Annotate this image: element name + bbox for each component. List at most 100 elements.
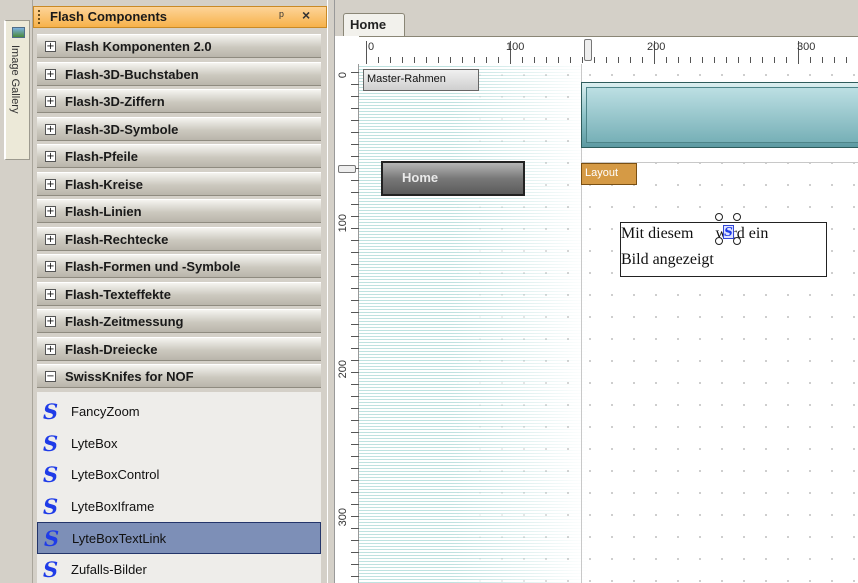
expand-icon[interactable]: + xyxy=(45,343,56,355)
text-box[interactable]: Mit diesem wird ein S Bild angezeigt xyxy=(620,213,827,277)
group-row[interactable]: + Flash-3D-Symbole xyxy=(37,116,321,141)
group-row[interactable]: + Flash-Rechtecke xyxy=(37,226,321,251)
ruler-tick xyxy=(351,192,359,193)
expand-icon[interactable]: + xyxy=(45,96,56,107)
ruler-tick xyxy=(378,57,379,63)
group-row[interactable]: − SwissKnifes for NOF xyxy=(37,364,321,388)
list-item[interactable]: S Zufalls-Bilder xyxy=(37,554,321,583)
group-label: Flash-Kreise xyxy=(65,176,144,192)
home-nav-label: Home xyxy=(402,170,439,185)
ruler-tick xyxy=(351,312,359,313)
ruler-tick xyxy=(351,396,359,397)
ruler-marker[interactable] xyxy=(584,39,592,61)
text-line-2: Bild angezeigt xyxy=(621,251,714,268)
group-row[interactable]: + Flash-Dreiecke xyxy=(37,336,321,361)
ruler-tick xyxy=(534,57,535,63)
list-item[interactable]: S LyteBoxTextLink xyxy=(37,522,321,554)
panel-splitter[interactable] xyxy=(327,0,335,583)
group-row[interactable]: + Flash-Texteffekte xyxy=(37,281,321,306)
group-row[interactable]: + Flash-Pfeile xyxy=(37,144,321,168)
ruler-tick xyxy=(351,420,359,421)
list-item[interactable]: S LyteBox xyxy=(37,428,321,460)
ruler-tick xyxy=(351,372,359,373)
banner-image[interactable] xyxy=(581,82,858,148)
layout-button[interactable]: Layout xyxy=(581,163,637,185)
expand-icon[interactable]: + xyxy=(45,233,56,245)
group-row[interactable]: + Flash-3D-Ziffern xyxy=(37,89,321,113)
ruler-tick xyxy=(351,564,359,565)
expand-icon[interactable]: + xyxy=(45,178,56,190)
resize-handle-bottom-left[interactable] xyxy=(715,237,723,245)
close-icon[interactable]: × xyxy=(302,7,310,23)
ruler-tick xyxy=(786,57,787,63)
ruler-tick xyxy=(351,72,359,73)
group-row[interactable]: + Flash-Kreise xyxy=(37,171,321,196)
swissknife-s-icon: S xyxy=(43,399,59,424)
tab-home[interactable]: Home xyxy=(343,13,405,37)
expand-icon[interactable]: + xyxy=(45,206,56,217)
group-label: Flash-Zeitmessung xyxy=(65,314,184,329)
list-item-label: LyteBoxIframe xyxy=(71,498,155,514)
text-line-1-start: Mit diesem xyxy=(621,225,694,242)
group-label: Flash-Texteffekte xyxy=(65,286,171,302)
expand-icon[interactable]: + xyxy=(45,41,56,52)
home-nav-button[interactable]: Home xyxy=(381,161,525,196)
ruler-tick xyxy=(351,144,359,145)
resize-handle-top-left[interactable] xyxy=(715,213,723,221)
ruler-tick xyxy=(351,528,359,529)
expand-icon[interactable]: + xyxy=(45,68,56,80)
layout-canvas[interactable]: Master-Rahmen Home Layout Mit diesem wird… xyxy=(359,64,858,583)
ruler-tick xyxy=(366,41,367,65)
pin-icon[interactable]: ᵖ xyxy=(279,8,284,23)
ruler-tick xyxy=(666,57,667,63)
ruler-tick xyxy=(351,120,359,121)
expand-icon[interactable]: + xyxy=(45,316,56,327)
ruler-tick xyxy=(414,57,415,63)
expand-icon[interactable]: + xyxy=(45,261,56,272)
swissknife-s-icon: S xyxy=(43,556,59,582)
swissknife-s-icon: S xyxy=(43,462,59,487)
drag-grip-icon[interactable] xyxy=(38,10,41,24)
group-row[interactable]: + Flash-Formen und -Symbole xyxy=(37,254,321,278)
list-item[interactable]: S LyteBoxIframe xyxy=(37,491,321,523)
list-item[interactable]: S LyteBoxControl xyxy=(37,459,321,491)
group-label: Flash-Pfeile xyxy=(65,149,138,164)
ruler-tick xyxy=(351,360,359,361)
image-gallery-tab[interactable]: Image Gallery xyxy=(4,20,30,160)
swissknife-s-icon: S xyxy=(43,493,59,519)
ruler-tick xyxy=(594,57,595,63)
expand-icon[interactable]: + xyxy=(45,151,56,162)
master-frame-button[interactable]: Master-Rahmen xyxy=(363,69,479,91)
expand-icon[interactable]: + xyxy=(45,288,56,300)
ruler-tick xyxy=(351,300,359,301)
list-item[interactable]: S FancyZoom xyxy=(37,396,321,428)
lytebox-object-icon[interactable]: S xyxy=(723,225,734,239)
group-label: SwissKnifes for NOF xyxy=(65,369,194,384)
ruler-tick xyxy=(810,57,811,63)
ruler-marker[interactable] xyxy=(338,165,356,173)
group-label: Flash-3D-Ziffern xyxy=(65,94,165,109)
ruler-tick xyxy=(351,108,359,109)
group-row[interactable]: + Flash-Linien xyxy=(37,199,321,223)
ruler-tick xyxy=(351,480,359,481)
group-label: Flash-3D-Symbole xyxy=(65,121,179,137)
ruler-tick xyxy=(630,57,631,63)
ruler-tick xyxy=(582,57,583,63)
ruler-number: 0 xyxy=(368,41,375,53)
ruler-tick xyxy=(726,57,727,63)
group-row[interactable]: + Flash Komponenten 2.0 xyxy=(37,34,321,58)
swissknife-s-icon: S xyxy=(44,526,60,551)
ruler-tick xyxy=(351,132,359,133)
expand-icon[interactable]: + xyxy=(45,123,56,135)
resize-handle-bottom-right[interactable] xyxy=(733,237,741,245)
ruler-number: 300 xyxy=(797,41,816,53)
collapse-icon[interactable]: − xyxy=(45,371,56,382)
ruler-tick xyxy=(834,57,835,63)
group-row[interactable]: + Flash-Zeitmessung xyxy=(37,309,321,333)
resize-handle-top-right[interactable] xyxy=(733,213,741,221)
ruler-number: 200 xyxy=(647,41,666,53)
ruler-tick xyxy=(351,540,359,541)
group-row[interactable]: + Flash-3D-Buchstaben xyxy=(37,61,321,86)
ruler-tick xyxy=(714,57,715,63)
text-line-1: Mit diesem wird ein xyxy=(621,225,768,243)
